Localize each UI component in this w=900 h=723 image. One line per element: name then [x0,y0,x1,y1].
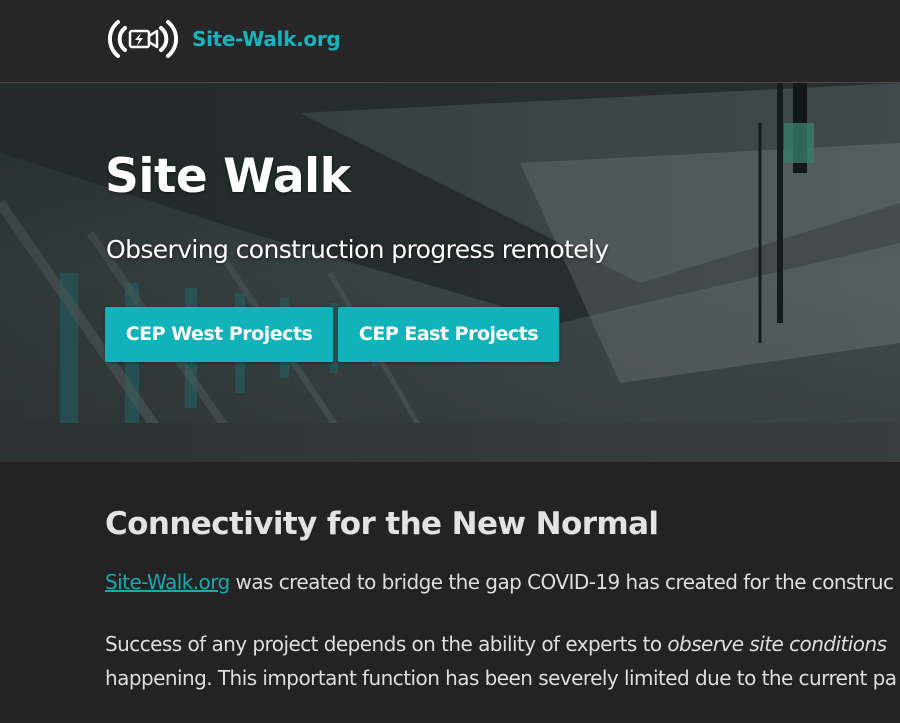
hero-subtitle: Observing construction progress remotely [106,235,609,264]
broadcast-camera-icon[interactable] [104,16,182,62]
body-paragraph: Success of any project depends on the ab… [105,627,897,695]
body-line1-text: Success of any project depends on the ab… [105,632,668,656]
site-header: Site-Walk.org [0,0,900,83]
hero-section: Site Walk Observing construction progres… [0,83,900,462]
cep-east-projects-button[interactable]: CEP East Projects [338,307,559,362]
intro-paragraph: Site-Walk.org was created to bridge the … [105,565,895,599]
intro-text: was created to bridge the gap COVID-19 h… [229,570,895,594]
main-content: Connectivity for the New Normal Site-Wal… [0,462,900,723]
site-walk-link[interactable]: Site-Walk.org [105,570,230,594]
section-heading: Connectivity for the New Normal [105,506,659,542]
hero-background-image [0,83,900,462]
hero-title: Site Walk [105,149,351,204]
brand-link[interactable]: Site-Walk.org [192,27,341,51]
body-line1-emphasis: observe site conditions [667,632,887,656]
cep-west-projects-button[interactable]: CEP West Projects [105,307,333,362]
body-line2-text: happening. This important function has b… [105,666,897,690]
